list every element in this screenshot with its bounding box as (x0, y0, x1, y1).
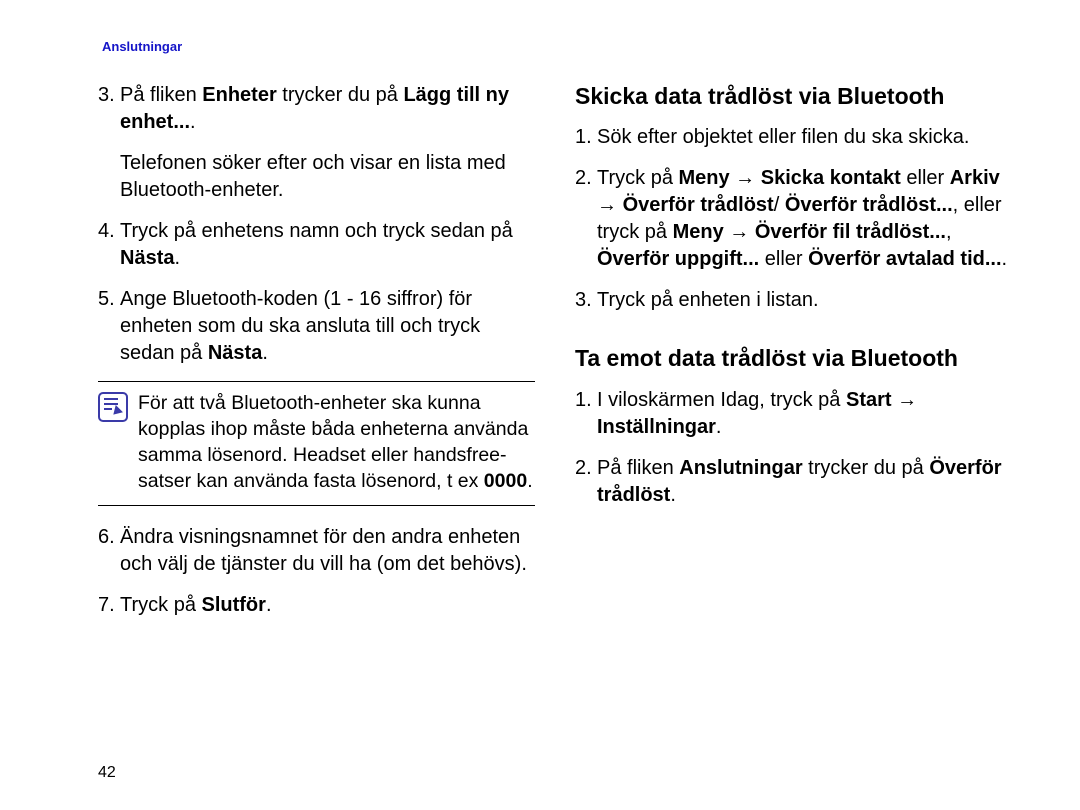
right-column: Skicka data trådlöst via Bluetooth 1. Sö… (575, 82, 1012, 633)
step-number: 5. (98, 286, 120, 367)
step-text: Ändra visningsnamnet för den andra enhet… (120, 524, 535, 578)
step-text: I viloskärmen Idag, tryck på Start → Ins… (597, 387, 1012, 441)
text: eller (901, 167, 950, 189)
step-text: Tryck på Meny → Skicka kontakt eller Ark… (597, 165, 1012, 273)
step-text: Tryck på Slutför. (120, 592, 535, 619)
bold: Anslutningar (679, 457, 802, 479)
bold: 0000 (484, 470, 527, 492)
bold: Överför fil trådlöst... (755, 221, 946, 243)
step-3: 3. På fliken Enheter trycker du på Lägg … (98, 82, 535, 136)
recv-step-2: 2. På fliken Anslutningar trycker du på … (575, 455, 1012, 509)
text: . (266, 594, 272, 616)
section-header: Anslutningar (102, 38, 1012, 56)
two-column-layout: 3. På fliken Enheter trycker du på Lägg … (98, 82, 1012, 633)
step-text: Tryck på enhetens namn och tryck sedan p… (120, 218, 535, 272)
heading-receive-data: Ta emot data trådlöst via Bluetooth (575, 344, 1012, 373)
text: . (174, 247, 180, 269)
text: , (946, 221, 952, 243)
send-step-3: 3. Tryck på enheten i listan. (575, 287, 1012, 314)
bold: Överför uppgift... (597, 248, 759, 270)
bold: Enheter (202, 84, 276, 106)
text: Ange Bluetooth-koden (1 - 16 siffror) fö… (120, 288, 480, 364)
text: . (527, 470, 532, 492)
step-text: Ange Bluetooth-koden (1 - 16 siffror) fö… (120, 286, 535, 367)
page-number: 42 (98, 762, 116, 784)
text: trycker du på (803, 457, 930, 479)
step-number: 7. (98, 592, 120, 619)
bold: Inställningar (597, 416, 716, 438)
text: Tryck på enhetens namn och tryck sedan p… (120, 220, 513, 242)
text: . (670, 484, 676, 506)
bold: Meny (679, 167, 730, 189)
text: → (724, 221, 755, 243)
bold: Nästa (208, 342, 262, 364)
step-6: 6. Ändra visningsnamnet för den andra en… (98, 524, 535, 578)
text: → (892, 389, 918, 411)
bold: Arkiv (950, 167, 1000, 189)
bold: Nästa (120, 247, 174, 269)
step-number: 4. (98, 218, 120, 272)
text: . (190, 111, 196, 133)
step-number: 1. (575, 124, 597, 151)
step-7: 7. Tryck på Slutför. (98, 592, 535, 619)
note-box: För att två Bluetooth-enheter ska kunna … (98, 381, 535, 506)
text: → (597, 194, 623, 216)
bold: Meny (673, 221, 724, 243)
step-3-sub: Telefonen söker efter och visar en lista… (98, 150, 535, 204)
send-step-1: 1. Sök efter objektet eller filen du ska… (575, 124, 1012, 151)
bold: Överför avtalad tid... (808, 248, 1001, 270)
step-number: 3. (98, 82, 120, 136)
text: För att två Bluetooth-enheter ska kunna … (138, 392, 528, 493)
step-number: 2. (575, 165, 597, 273)
recv-step-1: 1. I viloskärmen Idag, tryck på Start → … (575, 387, 1012, 441)
text: På fliken (597, 457, 679, 479)
bold: Slutför (202, 594, 266, 616)
step-text: På fliken Enheter trycker du på Lägg til… (120, 82, 535, 136)
step-number: 2. (575, 455, 597, 509)
step-5: 5. Ange Bluetooth-koden (1 - 16 siffror)… (98, 286, 535, 367)
bold: Överför trådlöst... (785, 194, 953, 216)
text: I viloskärmen Idag, tryck på (597, 389, 846, 411)
step-number: 6. (98, 524, 120, 578)
send-step-2: 2. Tryck på Meny → Skicka kontakt eller … (575, 165, 1012, 273)
heading-send-data: Skicka data trådlöst via Bluetooth (575, 82, 1012, 111)
text: Tryck på (120, 594, 202, 616)
text: trycker du på (277, 84, 404, 106)
text: . (262, 342, 268, 364)
bold: Överför trådlöst (623, 194, 774, 216)
bold: Start (846, 389, 892, 411)
step-text: Sök efter objektet eller filen du ska sk… (597, 124, 1012, 151)
bold: Skicka kontakt (761, 167, 901, 189)
step-number: 1. (575, 387, 597, 441)
step-text: På fliken Anslutningar trycker du på Öve… (597, 455, 1012, 509)
text: / (774, 194, 785, 216)
text: . (716, 416, 722, 438)
text: På fliken (120, 84, 202, 106)
left-column: 3. På fliken Enheter trycker du på Lägg … (98, 82, 535, 633)
text: Tryck på (597, 167, 679, 189)
text: → (730, 167, 761, 189)
note-text: För att två Bluetooth-enheter ska kunna … (138, 390, 535, 495)
text: eller (759, 248, 808, 270)
step-4: 4. Tryck på enhetens namn och tryck seda… (98, 218, 535, 272)
step-text: Tryck på enheten i listan. (597, 287, 1012, 314)
text: . (1002, 248, 1008, 270)
step-number: 3. (575, 287, 597, 314)
note-icon (98, 392, 128, 422)
